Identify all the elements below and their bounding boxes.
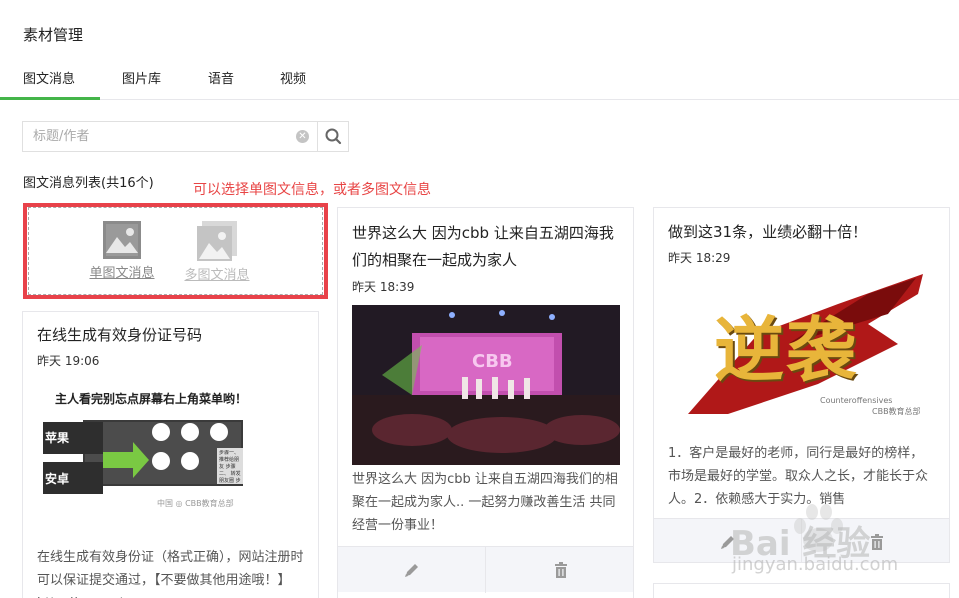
tab-images[interactable]: 图片库 [122, 68, 161, 87]
thumb-big-text: 逆袭 [714, 309, 858, 391]
multi-news-button[interactable]: 多图文消息 [172, 221, 262, 283]
multi-news-label: 多图文消息 [184, 268, 250, 283]
pencil-icon [404, 564, 418, 577]
watermark-url: jingyan.baidu.com [732, 554, 899, 575]
image-icon [103, 221, 141, 259]
card-time: 昨天 18:39 [352, 280, 415, 294]
tab-active-indicator [0, 97, 100, 100]
card-thumbnail: 主人看完别忘点屏幕右上角菜单哟！ 苹果 安卓 步骤一、 推荐给朋友 步骤二、 转… [37, 382, 305, 514]
thumb-footer-mark: 中国 ◎ CBB教育总部 [157, 499, 234, 508]
trash-icon [554, 562, 567, 578]
card-title: 做到这31条，业绩必翻十倍！ [668, 223, 868, 241]
card-actions [338, 546, 633, 593]
edit-button[interactable] [338, 547, 485, 593]
news-card-next[interactable] [653, 583, 950, 598]
create-panel: 单图文消息 多图文消息 [28, 207, 323, 295]
page-title: 素材管理 [23, 26, 84, 44]
annotation-text: 可以选择单图文信息，或者多图文信息 [193, 182, 431, 198]
card-thumbnail: CBB [352, 305, 620, 465]
multi-image-icon [197, 221, 237, 261]
card-title: 世界这么大 因为cbb 让来自五湖四海我们的相聚在一起成为家人 [352, 224, 614, 269]
card-title: 在线生成有效身份证号码 [37, 326, 203, 344]
news-card-cert[interactable]: 在线生成有效身份证号码 昨天 19:06 主人看完别忘点屏幕右上角菜单哟！ 苹果… [22, 311, 319, 598]
card-description: 1．客户是最好的老师，同行是最好的榜样，市场是最好的学堂。取众人之长，才能长于众… [668, 446, 929, 507]
thumb-stage-text: CBB [472, 351, 513, 372]
news-card-world[interactable]: 世界这么大 因为cbb 让来自五湖四海我们的相聚在一起成为家人 昨天 18:39… [337, 207, 634, 598]
card-description: 在线生成有效身份证（格式正确），网站注册时可以保证提交通过，【不要做其他用途哦！… [37, 550, 304, 598]
search-input[interactable] [23, 122, 317, 151]
thumb-banner: 主人看完别忘点屏幕右上角菜单哟！ [55, 392, 248, 406]
watermark: Bai 经验 jingyan.baidu.com [700, 502, 940, 582]
list-title: 图文消息列表(共16个) [23, 176, 154, 191]
search-button[interactable] [318, 122, 349, 151]
single-news-button[interactable]: 单图文消息 [77, 221, 167, 281]
card-thumbnail: 逆袭 Counteroffensives CBB教育总部 [668, 274, 936, 424]
card-description: 世界这么大 因为cbb 让来自五湖四海我们的相聚在一起成为家人.. 一起努力赚改… [352, 472, 618, 533]
thumb-apple-label: 苹果 [45, 431, 70, 445]
thumb-android-label: 安卓 [45, 472, 70, 486]
thumb-subtitle: Counteroffensives [820, 396, 893, 405]
thumb-steps: 步骤一、 推荐给朋友 步骤二、 转发朋友圈 步骤三、 关注公众号 [219, 450, 241, 484]
tab-video[interactable]: 视频 [280, 68, 306, 87]
thumb-mark: CBB教育总部 [872, 407, 921, 416]
card-time: 昨天 18:29 [668, 251, 731, 265]
search-box: ✕ [22, 121, 349, 152]
tab-voice[interactable]: 语音 [208, 68, 234, 87]
search-icon [325, 128, 342, 145]
clear-icon[interactable]: ✕ [296, 130, 309, 143]
card-time: 昨天 19:06 [37, 354, 100, 368]
tab-news[interactable]: 图文消息 [23, 68, 75, 87]
delete-button[interactable] [486, 547, 633, 593]
single-news-label: 单图文消息 [89, 266, 155, 281]
tab-bar: 图文消息 图片库 语音 视频 [0, 56, 959, 100]
